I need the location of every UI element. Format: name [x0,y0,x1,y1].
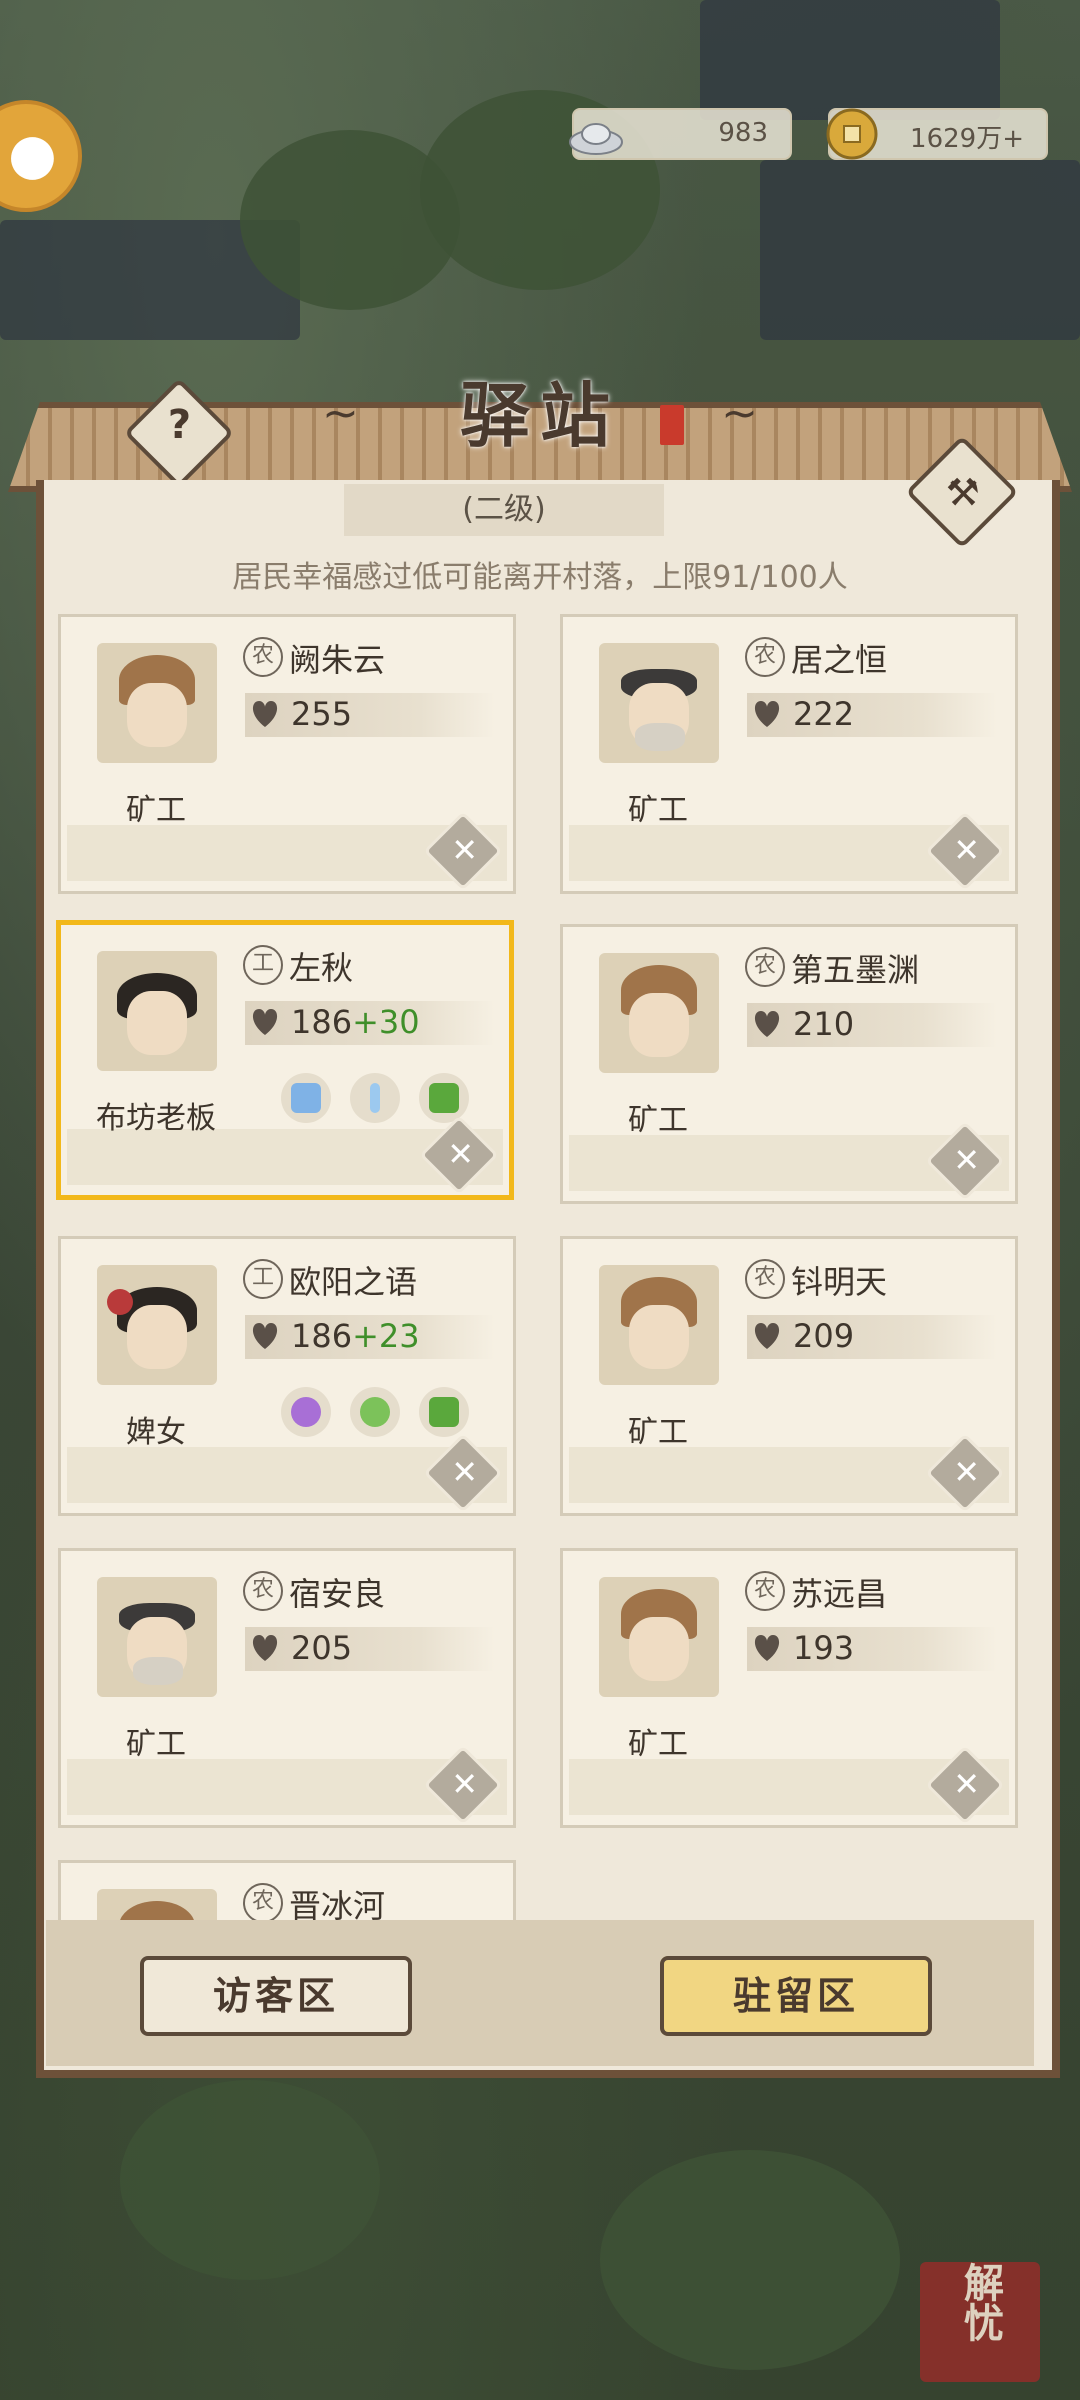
class-badge: 农 [745,637,785,677]
skill-icons [281,1073,483,1127]
happiness-icon [252,1323,278,1349]
happiness-bonus: +30 [352,1003,420,1041]
corner-badge-text: 解忧 [957,2262,1003,2342]
close-icon: ✕ [447,1134,475,1173]
fan-skill-icon[interactable] [350,1387,401,1437]
resident-job: 矿工 [126,793,186,828]
happiness-value: 186+23 [291,1317,420,1355]
happiness-icon [252,701,278,727]
close-icon: ✕ [451,1452,479,1491]
resident-name: 左秋 [289,949,354,987]
happiness-value: 193 [793,1629,855,1667]
happiness-value: 209 [793,1317,855,1355]
happiness-icon [754,1323,780,1349]
avatar [97,951,217,1071]
hammer-icon: ⚒ [945,470,980,515]
class-badge: 农 [243,637,283,677]
happiness-icon [252,1635,278,1661]
resident-name: 宿安良 [289,1575,386,1613]
resident-name: 第五墨渊 [791,951,920,989]
class-badge: 农 [745,1571,785,1611]
happiness-icon [754,701,780,727]
title-plate: ~ 驿站 ~ [320,350,760,460]
happiness-value: 186+30 [291,1003,420,1041]
page-title: 驿站 [460,375,620,457]
resident-name: 居之恒 [791,641,888,679]
close-icon: ✕ [451,830,479,869]
avatar [97,1265,217,1385]
copper-coin-icon [826,108,878,160]
resident-card[interactable]: 农 晋冰河 [58,1860,516,1920]
class-badge: 农 [745,1259,785,1299]
resident-card[interactable]: 婢女 工 欧阳之语 186+23 ✕ [58,1236,516,1516]
resident-name: 欧阳之语 [289,1263,418,1301]
skill-icons [281,1387,483,1441]
resident-job: 矿工 [628,1727,688,1762]
red-seal-stamp [660,405,684,445]
resident-name: 阙朱云 [289,641,386,679]
level-label: (二级) [344,484,664,536]
silver-ingot-icon [569,123,623,155]
resident-name: 钭明天 [791,1263,888,1301]
happiness-bonus: +23 [352,1317,420,1355]
close-icon: ✕ [953,1452,981,1491]
close-icon: ✕ [953,830,981,869]
hairpin-skill-icon[interactable] [281,1387,331,1437]
resident-name: 晋冰河 [289,1887,386,1920]
resident-job: 矿工 [126,1727,186,1762]
happiness-value: 255 [291,695,353,733]
happiness-value: 210 [793,1005,855,1043]
jieyou-corner-badge[interactable]: 解忧 [920,2262,1040,2382]
class-badge: 农 [243,1883,283,1920]
strength-skill-icon[interactable] [419,1387,470,1437]
resident-job: 矿工 [628,1415,688,1450]
avatar [599,1265,719,1385]
avatar [599,1577,719,1697]
class-badge: 工 [243,1259,283,1299]
silk-skill-icon[interactable] [419,1073,470,1123]
class-badge: 工 [243,945,283,985]
avatar [599,643,719,763]
resident-job: 矿工 [628,1103,688,1138]
resident-name: 苏远昌 [791,1575,888,1613]
happiness-icon [754,1011,780,1037]
resident-card-selected[interactable]: 布坊老板 工 左秋 186+30 ✕ [56,920,514,1200]
avatar [97,1577,217,1697]
happiness-value: 222 [793,695,855,733]
silver-counter[interactable]: 983 [569,108,792,160]
avatar [97,643,217,763]
resident-card[interactable]: 矿工 农 钭明天 209 ✕ [560,1236,1018,1516]
class-badge: 农 [243,1571,283,1611]
avatar [599,953,719,1073]
coin-counter[interactable]: 1629万+ [826,108,1048,160]
capacity-notice: 居民幸福感过低可能离开村落，上限91/100人 [232,560,848,595]
coin-value: 1629万+ [910,124,1024,154]
stay-area-button[interactable]: 驻留区 [660,1956,932,2036]
resident-card[interactable]: 矿工 农 苏远昌 193 ✕ [560,1548,1018,1828]
resident-job: 婢女 [126,1415,186,1450]
resident-job: 布坊老板 [96,1101,216,1136]
happiness-icon [252,1009,278,1035]
class-badge: 农 [745,947,785,987]
resident-list[interactable]: 矿工 农 阙朱云 255 ✕ 矿工 农 居之恒 222 ✕ 布坊老板 工 左秋 … [48,598,1032,1920]
avatar [97,1889,217,1920]
thread-skill-icon[interactable] [350,1073,401,1123]
cloth-skill-icon[interactable] [281,1073,331,1123]
resident-card[interactable]: 矿工 农 第五墨渊 210 ✕ [560,924,1018,1204]
close-icon: ✕ [451,1764,479,1803]
happiness-value: 205 [291,1629,353,1667]
resident-job: 矿工 [628,793,688,828]
resident-card[interactable]: 矿工 农 阙朱云 255 ✕ [58,614,516,894]
question-icon: ? [167,401,192,448]
visitor-area-button[interactable]: 访客区 [140,1956,412,2036]
swirl-right-icon: ~ [721,388,758,439]
resident-card[interactable]: 矿工 农 宿安良 205 ✕ [58,1548,516,1828]
silver-value: 983 [718,118,768,148]
close-icon: ✕ [953,1764,981,1803]
happiness-icon [754,1635,780,1661]
close-icon: ✕ [953,1140,981,1179]
resident-card[interactable]: 矿工 农 居之恒 222 ✕ [560,614,1018,894]
